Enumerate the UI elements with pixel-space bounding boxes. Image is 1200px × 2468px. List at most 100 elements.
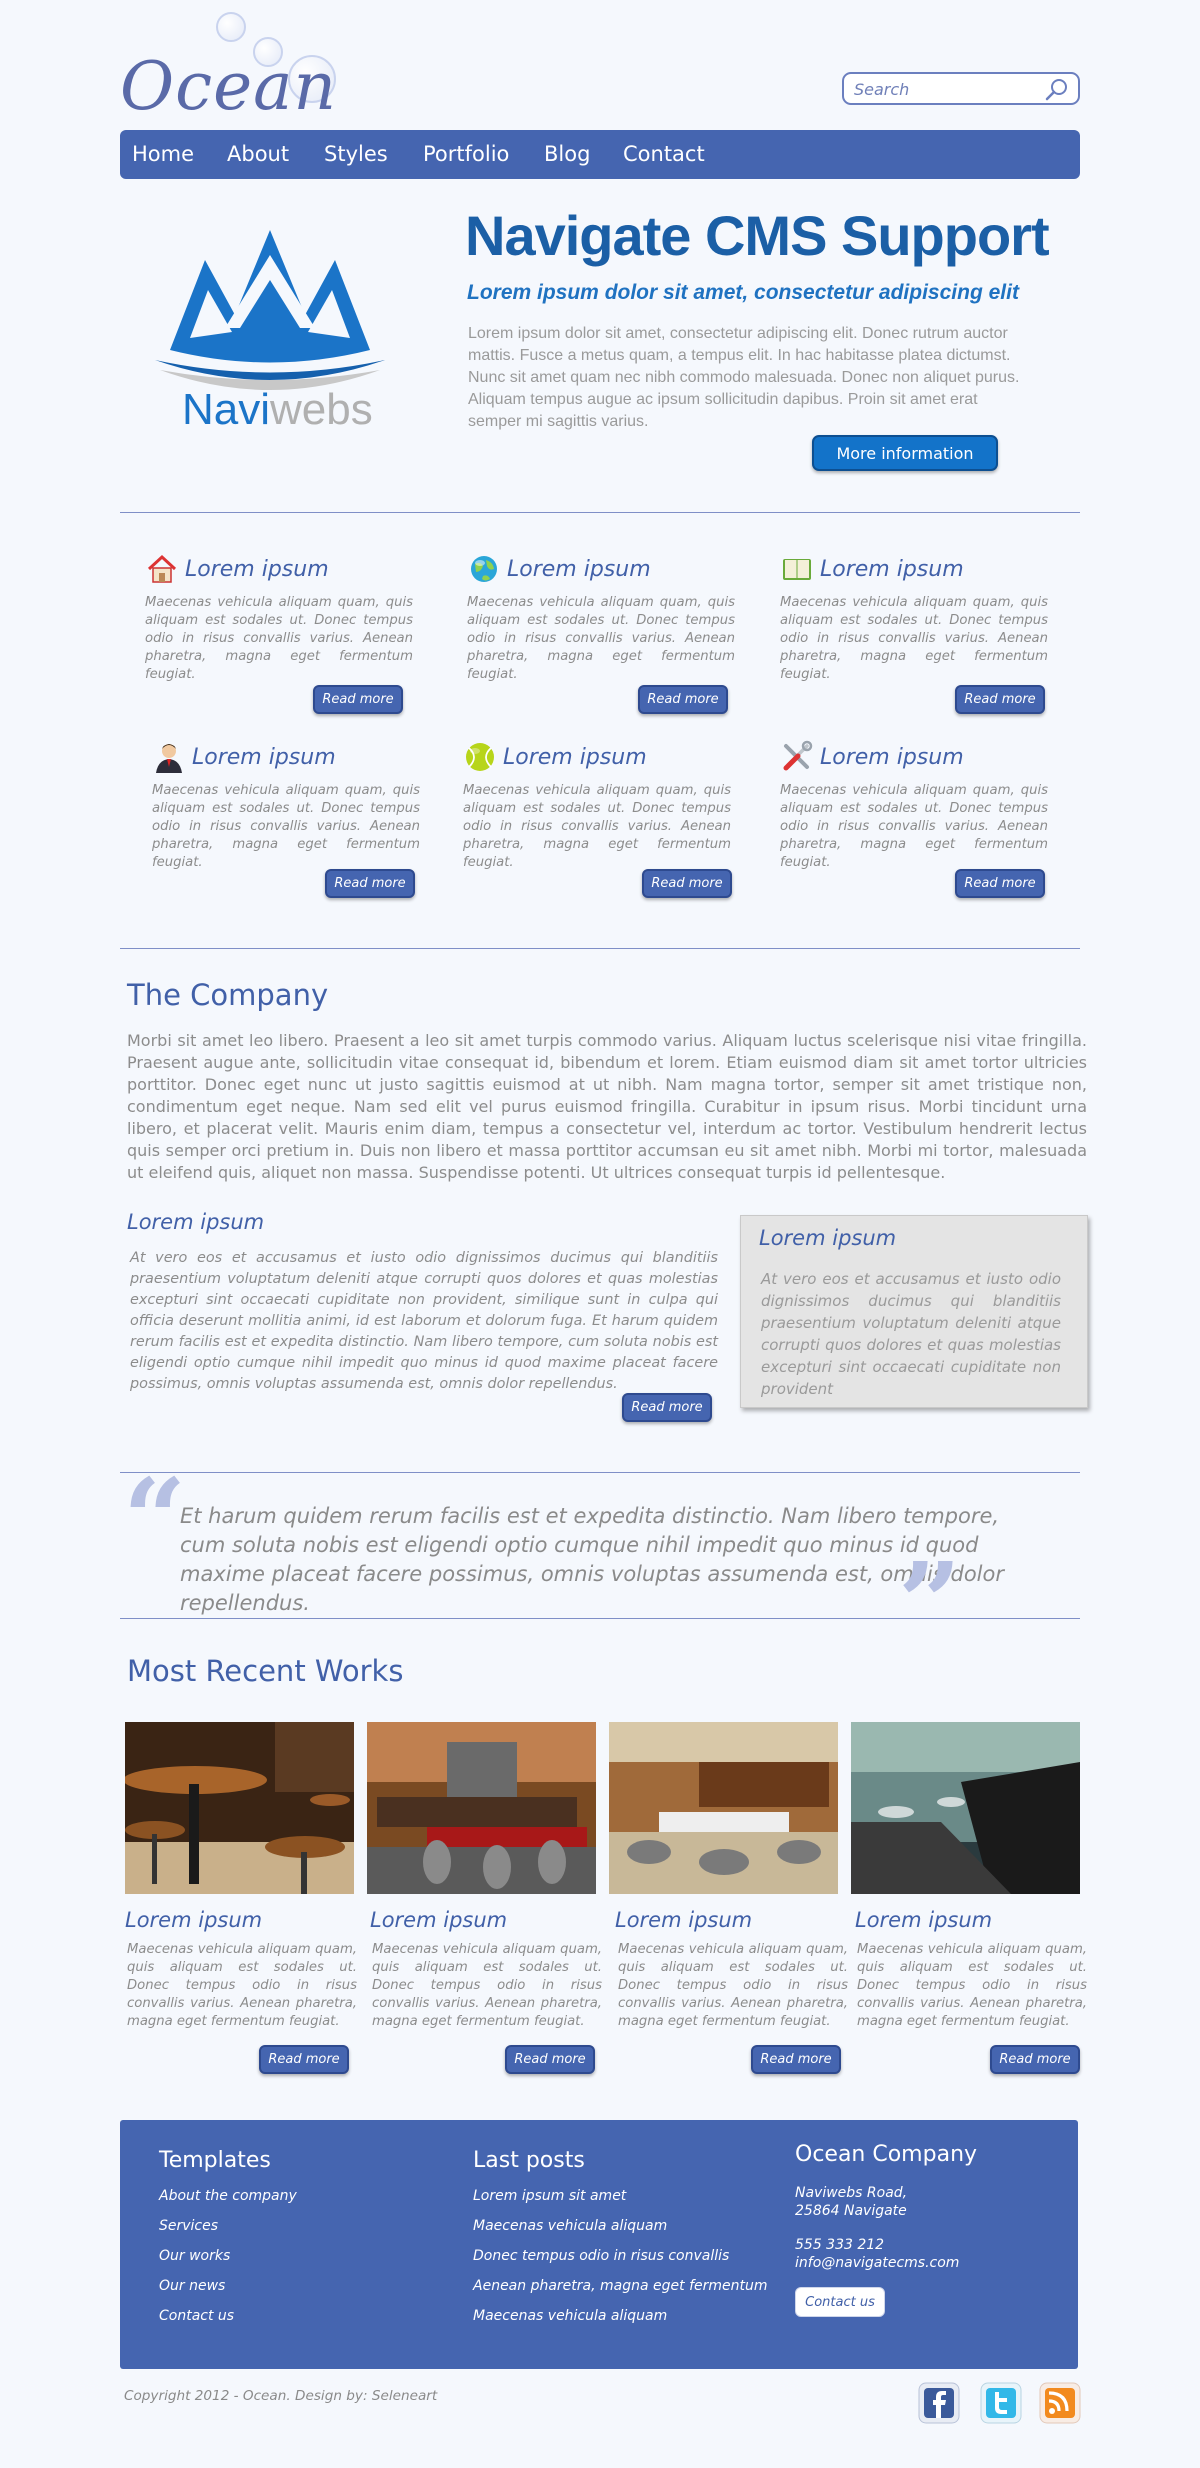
globe-icon [471,556,497,582]
quote-text: Et harum quidem rerum facilis est et exp… [180,1504,1004,1615]
footer-post-link[interactable]: Maecenas vehicula aliquam [473,2308,667,2324]
hero-subtitle: Lorem ipsum dolor sit amet, consectetur … [467,281,1019,304]
works-title: Most Recent Works [127,1654,404,1688]
main-nav: Home About Styles Portfolio Blog Contact [120,130,1080,179]
feature-title: Lorem ipsum [820,556,964,582]
feature-title: Lorem ipsum [820,744,964,770]
feature-item: Lorem ipsum Maecenas vehicula aliquam qu… [152,740,452,872]
footer-templates-title: Templates [159,2148,271,2173]
company-subtitle: Lorem ipsum [127,1210,265,1234]
footer-post-link[interactable]: Maecenas vehicula aliquam [473,2218,667,2234]
work-text: Maecenas vehicula aliquam quam, quis ali… [618,1942,848,2029]
feature-title: Lorem ipsum [503,744,647,770]
read-more-button[interactable]: Read more [325,869,415,898]
feature-text: Maecenas vehicula aliquam quam, quis ali… [780,595,1048,682]
footer-link[interactable]: Services [159,2218,218,2234]
feature-text: Maecenas vehicula aliquam quam, quis ali… [467,595,735,682]
footer-link[interactable]: Our news [159,2278,225,2294]
read-more-button[interactable]: Read more [505,2045,595,2074]
contact-us-button[interactable]: Contact us [795,2287,885,2317]
divider [120,948,1080,949]
divider [120,1472,1080,1473]
footer-link[interactable]: Our works [159,2248,230,2264]
company-title: The Company [127,978,329,1012]
highlight-box: Lorem ipsum At vero eos et accusamus et … [740,1215,1088,1408]
box-title: Lorem ipsum [759,1226,897,1250]
feature-item: Lorem ipsum Maecenas vehicula aliquam qu… [780,740,1080,872]
nav-item-blog[interactable]: Blog [544,142,590,166]
company-text: Morbi sit amet leo libero. Praesent a le… [127,1031,1087,1182]
work-title: Lorem ipsum [855,1908,993,1932]
wordmark-webs: webs [270,385,373,434]
nav-item-portfolio[interactable]: Portfolio [423,142,509,166]
footer-company-title: Ocean Company [795,2142,978,2167]
work-title: Lorem ipsum [370,1908,508,1932]
box-text: At vero eos et accusamus et iusto odio d… [761,1270,1061,1398]
feature-title: Lorem ipsum [507,556,651,582]
feature-item: Lorem ipsum Maecenas vehicula aliquam qu… [145,552,445,684]
feature-text: Maecenas vehicula aliquam quam, quis ali… [780,783,1048,870]
footer-email[interactable]: info@navigatecms.com [795,2254,959,2272]
footer-address-line1: Naviwebs Road, [795,2185,908,2201]
feature-item: Lorem ipsum Maecenas vehicula aliquam qu… [463,740,763,872]
search-icon[interactable] [1044,77,1070,103]
nav-item-styles[interactable]: Styles [324,142,388,166]
footer-post-link[interactable]: Donec tempus odio in risus convallis [473,2248,729,2264]
company-subtext: At vero eos et accusamus et iusto odio d… [130,1250,718,1392]
work-image[interactable] [609,1722,838,1894]
divider [120,512,1080,513]
footer-post-link[interactable]: Lorem ipsum sit amet [473,2188,626,2204]
read-more-button[interactable]: Read more [622,1393,712,1422]
open-quote-icon: “ [123,1454,187,1583]
rss-icon[interactable] [1039,2382,1081,2424]
hero-text: Lorem ipsum dolor sit amet, consectetur … [468,325,1020,430]
tools-icon [783,740,813,771]
feature-text: Maecenas vehicula aliquam quam, quis ali… [145,595,413,682]
work-image[interactable] [125,1722,354,1894]
more-information-button[interactable]: More information [812,435,998,471]
tennis-ball-icon [466,743,494,771]
feature-item: Lorem ipsum Maecenas vehicula aliquam qu… [467,552,767,684]
search-input[interactable] [854,79,1034,99]
site-logo[interactable]: Ocean [120,10,350,125]
twitter-icon[interactable] [980,2382,1022,2424]
read-more-button[interactable]: Read more [313,685,403,714]
naviwebs-logo: Naviwebs [150,220,390,445]
footer-posts-title: Last posts [473,2148,585,2173]
divider [120,1618,1080,1619]
copyright-text: Copyright 2012 - Ocean. Design by: Selen… [124,2388,438,2404]
work-title: Lorem ipsum [615,1908,753,1932]
businessman-icon [156,744,182,773]
bubble-small [216,12,246,42]
book-icon [783,559,811,580]
work-title: Lorem ipsum [125,1908,263,1932]
read-more-button[interactable]: Read more [990,2045,1080,2074]
feature-title: Lorem ipsum [185,556,329,582]
house-icon [147,554,177,583]
site-footer: Templates About the company Services Our… [120,2120,1078,2369]
search-box[interactable] [842,72,1080,105]
nav-item-contact[interactable]: Contact [623,142,705,166]
footer-address-line2: 25864 Navigate [795,2203,907,2219]
read-more-button[interactable]: Read more [955,685,1045,714]
footer-post-link[interactable]: Aenean pharetra, magna eget fermentum [473,2278,768,2294]
facebook-icon[interactable] [918,2382,960,2424]
hero-title: Navigate CMS Support [465,204,1050,267]
nav-item-home[interactable]: Home [132,142,194,166]
work-image[interactable] [367,1722,596,1894]
work-image[interactable] [851,1722,1080,1894]
feature-item: Lorem ipsum Maecenas vehicula aliquam qu… [780,552,1080,684]
footer-link[interactable]: Contact us [159,2308,234,2324]
read-more-button[interactable]: Read more [638,685,728,714]
read-more-button[interactable]: Read more [259,2045,349,2074]
read-more-button[interactable]: Read more [955,869,1045,898]
read-more-button[interactable]: Read more [642,869,732,898]
read-more-button[interactable]: Read more [751,2045,841,2074]
naviwebs-wordmark: Naviwebs [182,385,373,435]
logo-text: Ocean [120,48,337,125]
feature-title: Lorem ipsum [192,744,336,770]
crown-icon [155,230,385,390]
close-quote-icon: ” [898,1538,962,1667]
nav-item-about[interactable]: About [227,142,289,166]
footer-link[interactable]: About the company [159,2188,297,2204]
